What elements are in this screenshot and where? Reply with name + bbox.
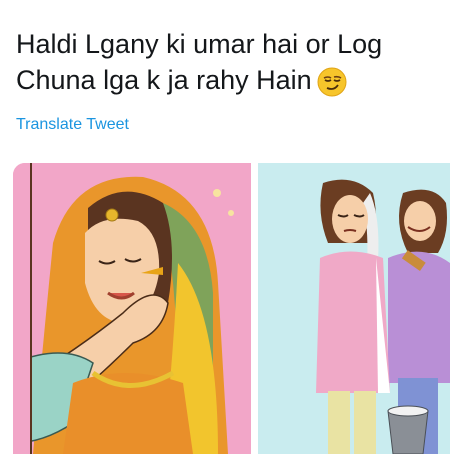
tweet-text-line-1: Haldi Lgany ki umar hai or Log (16, 29, 383, 59)
tweet-text-line-2: Chuna lga k ja rahy Hain (16, 62, 436, 98)
tweet-media[interactable] (13, 163, 450, 454)
bride-haldi-illustration (13, 163, 251, 454)
tweet-text: Haldi Lgany ki umar hai or Log Chuna lga… (16, 26, 436, 98)
tweet-text-line-2-text: Chuna lga k ja rahy Hain (16, 65, 312, 95)
girl-whitewash-illustration (258, 163, 450, 454)
translate-tweet-link[interactable]: Translate Tweet (16, 116, 129, 134)
panel-divider (251, 163, 258, 454)
smirking-face-icon (316, 66, 348, 98)
